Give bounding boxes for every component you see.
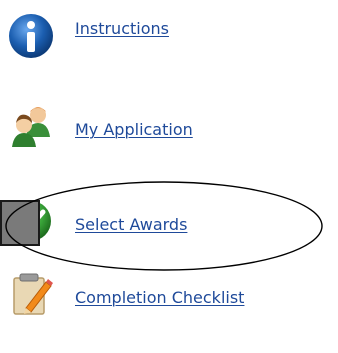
clipboard-pencil-icon[interactable] bbox=[6, 268, 56, 318]
users-icon[interactable] bbox=[6, 101, 56, 151]
menu-item-my-application[interactable]: My Application bbox=[0, 95, 338, 155]
menu-item-label[interactable]: Completion Checklist bbox=[75, 288, 244, 307]
menu-item-instructions[interactable]: Instructions bbox=[0, 6, 338, 66]
menu-item-label[interactable]: My Application bbox=[75, 120, 193, 139]
menu-item-select-awards[interactable]: Select Awards bbox=[0, 188, 338, 248]
menu-item-completion-checklist[interactable]: Completion Checklist bbox=[0, 262, 338, 322]
info-icon[interactable] bbox=[6, 12, 56, 62]
menu-item-label[interactable]: Select Awards bbox=[75, 215, 187, 234]
menu-item-label[interactable]: Instructions bbox=[75, 19, 169, 38]
annotation-gray-box bbox=[0, 200, 40, 246]
application-menu: Instructions My Application Select Award… bbox=[0, 0, 338, 353]
